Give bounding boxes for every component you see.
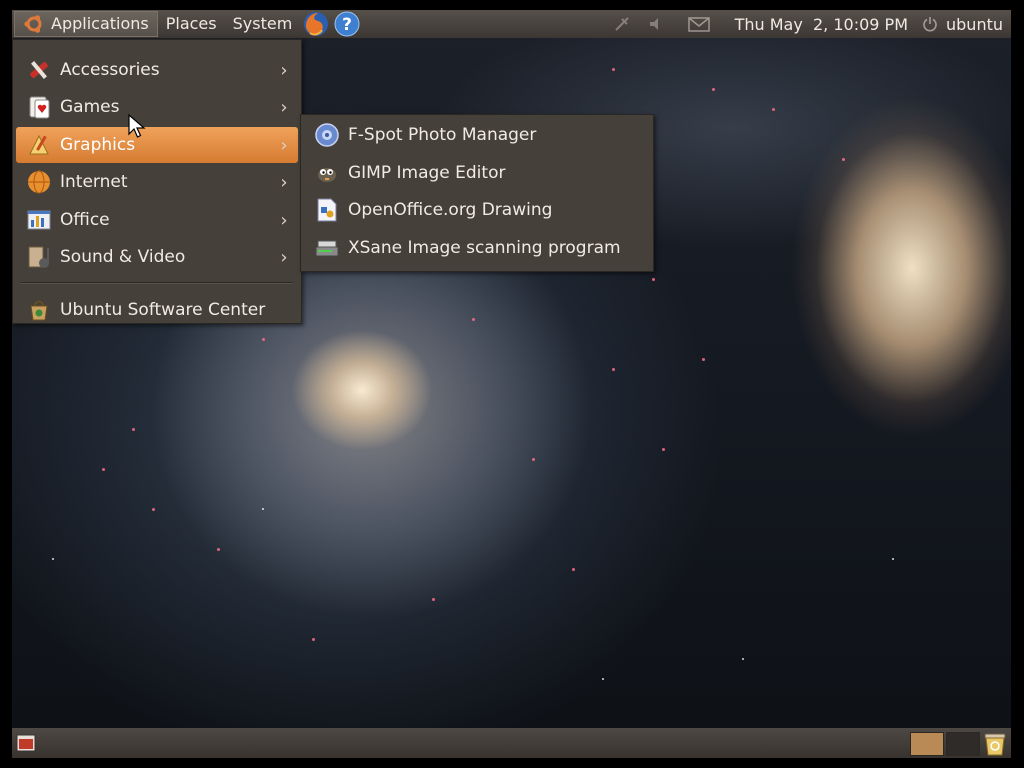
chevron-right-icon: › xyxy=(280,246,288,268)
show-desktop-icon[interactable] xyxy=(16,734,36,752)
mouse-cursor-icon xyxy=(128,114,146,138)
games-icon xyxy=(29,96,50,119)
submenu-item-gimp[interactable]: GIMP Image Editor xyxy=(304,155,650,191)
submenu-item-fspot[interactable]: F-Spot Photo Manager xyxy=(304,117,650,153)
xsane-icon xyxy=(315,240,339,257)
power-icon[interactable] xyxy=(922,16,938,32)
applications-menu: Accessories › Games › Graphics › Interne… xyxy=(12,39,302,324)
chevron-right-icon: › xyxy=(280,96,288,118)
chevron-right-icon: › xyxy=(280,171,288,193)
menu-item-label: Graphics xyxy=(60,135,136,155)
chevron-right-icon: › xyxy=(280,134,288,156)
top-panel: Applications Places System ? Thu May 2, … xyxy=(12,10,1011,38)
menu-item-sound-video[interactable]: Sound & Video › xyxy=(16,239,298,275)
mail-icon[interactable] xyxy=(687,15,711,33)
menu-item-games[interactable]: Games › xyxy=(16,89,298,125)
applications-label: Applications xyxy=(51,14,149,33)
gimp-icon xyxy=(318,168,336,182)
places-menu-button[interactable]: Places xyxy=(158,10,225,38)
menu-item-accessories[interactable]: Accessories › xyxy=(16,52,298,88)
menu-item-internet[interactable]: Internet › xyxy=(16,164,298,200)
menu-item-label: Games xyxy=(60,97,120,117)
network-icon[interactable] xyxy=(613,15,631,33)
help-icon[interactable]: ? xyxy=(334,11,360,37)
bottom-panel xyxy=(12,728,1011,758)
sound-video-icon xyxy=(28,246,49,268)
system-menu-button[interactable]: System xyxy=(225,10,301,38)
screen: Applications Places System ? Thu May 2, … xyxy=(12,10,1011,758)
workspace-1[interactable] xyxy=(910,732,944,756)
applications-menu-button[interactable]: Applications xyxy=(14,11,158,37)
trash-icon[interactable] xyxy=(982,730,1008,756)
menu-item-office[interactable]: Office › xyxy=(16,202,298,238)
submenu-item-xsane[interactable]: XSane Image scanning program xyxy=(304,230,650,266)
menu-item-label: Accessories xyxy=(60,60,160,80)
clock[interactable]: Thu May 2, 10:09 PM xyxy=(719,15,918,34)
svg-text:?: ? xyxy=(342,15,352,35)
submenu-item-label: OpenOffice.org Drawing xyxy=(348,200,553,220)
workspace-2[interactable] xyxy=(946,732,980,756)
software-center-icon xyxy=(30,300,48,321)
user-name[interactable]: ubuntu xyxy=(938,15,1011,34)
oo-draw-icon xyxy=(317,198,337,222)
fspot-icon xyxy=(315,123,339,147)
menu-item-label: Office xyxy=(60,210,110,230)
ubuntu-logo-icon xyxy=(24,14,42,33)
menu-item-label: Internet xyxy=(60,172,128,192)
internet-icon xyxy=(28,170,50,194)
menu-item-label: Sound & Video xyxy=(60,247,186,267)
menu-item-label: Ubuntu Software Center xyxy=(60,300,266,320)
graphics-submenu: F-Spot Photo Manager GIMP Image Editor O… xyxy=(300,114,654,272)
graphics-icon xyxy=(29,134,49,155)
submenu-item-label: XSane Image scanning program xyxy=(348,238,621,258)
firefox-icon[interactable] xyxy=(302,10,330,38)
menu-separator xyxy=(21,282,293,284)
submenu-item-oo-draw[interactable]: OpenOffice.org Drawing xyxy=(304,192,650,228)
submenu-item-label: GIMP Image Editor xyxy=(348,163,506,183)
chevron-right-icon: › xyxy=(280,209,288,231)
menu-item-ubuntu-software-center[interactable]: Ubuntu Software Center xyxy=(16,292,298,328)
menu-item-graphics[interactable]: Graphics › xyxy=(16,127,298,163)
submenu-item-label: F-Spot Photo Manager xyxy=(348,125,537,145)
chevron-right-icon: › xyxy=(280,59,288,81)
volume-icon[interactable] xyxy=(647,15,665,33)
panel-right: Thu May 2, 10:09 PM ubuntu xyxy=(605,10,1011,38)
accessories-icon xyxy=(30,61,48,79)
office-icon xyxy=(27,210,51,230)
